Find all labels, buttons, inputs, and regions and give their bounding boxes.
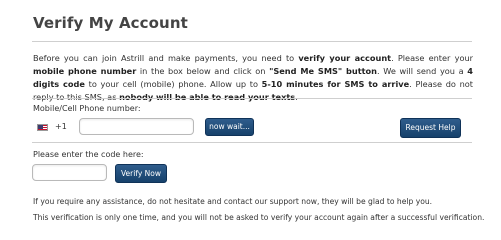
request-help-button[interactable]: Request Help bbox=[400, 118, 461, 138]
intro-text: to your cell (mobile) phone. Allow up to bbox=[84, 79, 262, 89]
phone-number-input[interactable] bbox=[79, 118, 194, 135]
verification-code-input[interactable] bbox=[32, 164, 107, 181]
verify-now-button[interactable]: Verify Now bbox=[115, 164, 167, 183]
phone-label: Mobile/Cell Phone number: bbox=[33, 104, 141, 113]
us-flag-icon bbox=[37, 124, 48, 131]
intro-text: in the box below and click on bbox=[136, 66, 270, 76]
title-divider bbox=[32, 41, 472, 42]
verify-account-page: Verify My Account Before you can join As… bbox=[0, 0, 501, 240]
section-divider bbox=[32, 98, 472, 99]
intro-bold: verify your account bbox=[298, 53, 392, 63]
intro-text: . We will send you a bbox=[376, 66, 468, 76]
intro-bold: "Send Me SMS" button bbox=[269, 66, 377, 76]
intro-bold: nobody will be able to read your texts bbox=[119, 92, 296, 102]
send-sms-button[interactable]: now wait... bbox=[205, 118, 254, 136]
intro-paragraph: Before you can join Astrill and make pay… bbox=[33, 52, 473, 104]
one-time-note: This verification is only one time, and … bbox=[33, 213, 485, 222]
country-code: +1 bbox=[55, 122, 67, 131]
support-note: If you require any assistance, do not he… bbox=[33, 197, 433, 206]
page-title: Verify My Account bbox=[33, 14, 188, 32]
intro-bold: mobile phone number bbox=[33, 66, 137, 76]
code-label: Please enter the code here: bbox=[33, 150, 144, 159]
intro-text: . bbox=[295, 92, 298, 102]
intro-text: . Please enter your bbox=[391, 53, 474, 63]
intro-text: Before you can join Astrill and make pay… bbox=[33, 53, 299, 63]
intro-bold: 5-10 minutes for SMS to arrive bbox=[261, 79, 410, 89]
phone-divider bbox=[32, 142, 472, 143]
